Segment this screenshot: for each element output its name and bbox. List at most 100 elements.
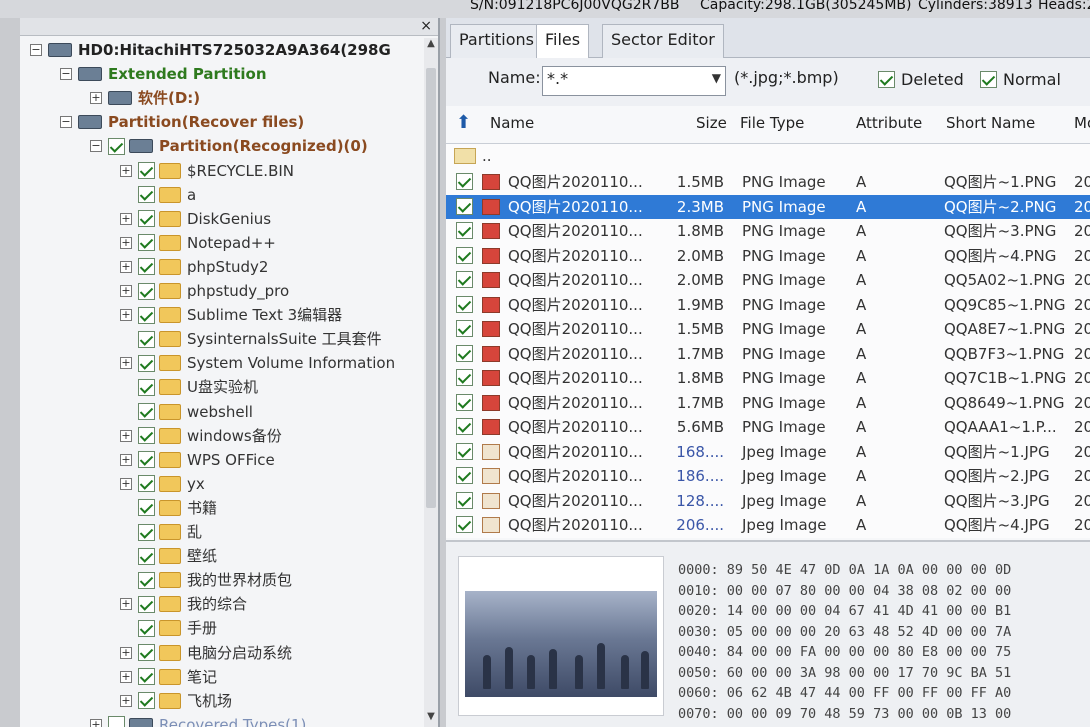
file-checkbox[interactable] [456,271,473,288]
expand-icon[interactable]: + [120,429,132,442]
expand-icon[interactable]: + [120,164,132,177]
file-row[interactable]: QQ图片2020110... 1.8MB PNG Image A QQ7C1B~1.PN… [446,366,1090,390]
tree-checkbox[interactable] [138,258,155,276]
tab-sector-editor[interactable]: Sector Editor [602,24,724,58]
expand-icon[interactable]: + [120,670,132,683]
file-checkbox[interactable] [456,516,473,533]
expand-icon[interactable]: + [120,646,132,659]
expand-icon[interactable]: + [120,285,132,297]
chevron-down-icon[interactable]: ▼ [712,71,721,85]
file-checkbox[interactable] [456,491,473,509]
tree-checkbox[interactable] [138,186,155,204]
tree-node[interactable]: 乱 [120,520,202,544]
tab-partitions[interactable]: Partitions [450,24,544,58]
tree-checkbox[interactable] [138,692,155,710]
deleted-checkbox[interactable]: Deleted [878,70,964,89]
tree-checkbox[interactable] [138,619,155,637]
file-checkbox[interactable] [456,467,473,484]
expand-icon[interactable]: + [120,236,132,249]
expand-icon[interactable]: + [90,718,102,727]
col-name[interactable]: Name [490,114,534,132]
tree-node[interactable]: + 飞机场 [120,689,232,713]
tree-node[interactable]: + 笔记 [120,665,217,689]
expand-icon[interactable]: + [120,598,132,611]
tree-checkbox[interactable] [108,137,125,155]
file-row[interactable]: QQ图片2020110... 186.... Jpeg Image A QQ图片~2.J… [446,464,1090,488]
tree-checkbox[interactable] [138,378,155,396]
collapse-icon[interactable]: − [60,116,72,129]
file-checkbox[interactable] [456,393,473,411]
file-checkbox[interactable] [456,320,473,337]
expand-icon[interactable]: + [120,453,132,466]
tree-node[interactable]: + 我的综合 [120,592,247,616]
tree-checkbox[interactable] [138,475,155,493]
expand-icon[interactable]: + [120,477,132,490]
file-checkbox[interactable] [456,442,473,460]
tree-node[interactable]: a [120,183,196,207]
expand-icon[interactable]: + [120,357,132,370]
col-attribute[interactable]: Attribute [856,114,922,132]
tree-node[interactable]: − HD0:HitachiHTS725032A9A364(298G [30,38,391,62]
file-checkbox[interactable] [456,197,473,215]
tree-checkbox[interactable] [138,162,155,179]
tree-node[interactable]: + yx [120,472,205,496]
tree-checkbox[interactable] [138,523,155,541]
tree-node[interactable]: 壁纸 [120,544,217,568]
file-checkbox[interactable] [456,369,473,386]
tree-checkbox[interactable] [138,427,155,445]
tree-node[interactable]: + $RECYCLE.BIN [120,159,294,183]
scroll-up-icon[interactable]: ▲ [424,38,438,54]
tree-checkbox[interactable] [138,668,155,686]
file-row[interactable]: QQ图片2020110... 2.0MB PNG Image A QQ5A02~1.PN… [446,268,1090,292]
collapse-icon[interactable]: − [90,140,102,153]
tree-checkbox[interactable] [138,282,155,300]
tree-node[interactable]: + windows备份 [120,424,282,448]
tree-checkbox[interactable] [138,210,155,228]
expand-icon[interactable]: + [90,92,102,105]
col-size[interactable]: Size [696,114,727,132]
collapse-icon[interactable]: − [60,68,72,81]
deleted-check-icon[interactable] [878,71,895,88]
tree-checkbox[interactable] [138,644,155,661]
file-checkbox[interactable] [456,173,473,190]
tree-node[interactable]: + 电脑分启动系统 [120,641,292,665]
file-row[interactable]: QQ图片2020110... 2.3MB PNG Image A QQ图片~2.PNG 2… [446,194,1090,219]
tree-checkbox[interactable] [138,595,155,613]
tree-node[interactable]: 手册 [120,616,217,640]
expand-icon[interactable]: + [120,260,132,273]
scroll-down-icon[interactable]: ▼ [424,711,438,727]
tree-node[interactable]: − Partition(Recover files) [60,110,304,134]
col-modified[interactable]: Mo [1074,114,1090,132]
file-row[interactable]: QQ图片2020110... 1.9MB PNG Image A QQ9C85~1.PN… [446,293,1090,317]
close-icon[interactable]: × [420,18,432,34]
expand-icon[interactable]: + [120,212,132,225]
scrollbar-thumb[interactable] [426,68,436,508]
file-checkbox[interactable] [456,418,473,435]
tree-node[interactable]: + DiskGenius [120,207,271,231]
expand-icon[interactable]: + [120,309,132,322]
tree-checkbox[interactable] [138,547,155,565]
tree-node[interactable]: 我的世界材质包 [120,568,292,592]
expand-icon[interactable]: + [120,694,132,707]
tree-node[interactable]: + Recovered Types(1) [90,713,306,727]
col-short-name[interactable]: Short Name [946,114,1035,132]
file-checkbox[interactable] [456,222,473,239]
file-row[interactable]: QQ图片2020110... 128.... Jpeg Image A QQ图片~3.J… [446,489,1090,513]
file-row[interactable]: QQ图片2020110... 206.... Jpeg Image A QQ图片~4.J… [446,513,1090,537]
collapse-icon[interactable]: − [30,44,42,56]
tree-node[interactable]: SysinternalsSuite 工具套件 [120,327,382,351]
tree-node[interactable]: − Partition(Recognized)(0) [90,134,368,158]
tree-checkbox[interactable] [108,716,125,727]
normal-check-icon[interactable] [980,71,997,88]
tree-checkbox[interactable] [138,354,155,372]
tree-node[interactable]: − Extended Partition [60,62,267,86]
file-row[interactable]: QQ图片2020110... 1.8MB PNG Image A QQ图片~3.PNG 2… [446,219,1090,243]
col-file-type[interactable]: File Type [740,114,804,132]
tree-checkbox[interactable] [138,403,155,420]
tree-node[interactable]: + Sublime Text 3编辑器 [120,303,342,327]
tree-checkbox[interactable] [138,571,155,589]
name-filter-input[interactable]: *.* ▼ [542,66,726,96]
tree-node[interactable]: + WPS OFFice [120,448,275,472]
file-row[interactable]: QQ图片2020110... 1.7MB PNG Image A QQ8649~1.PN… [446,391,1090,415]
file-row[interactable]: QQ图片2020110... 1.5MB PNG Image A QQA8E7~1.PN… [446,317,1090,341]
